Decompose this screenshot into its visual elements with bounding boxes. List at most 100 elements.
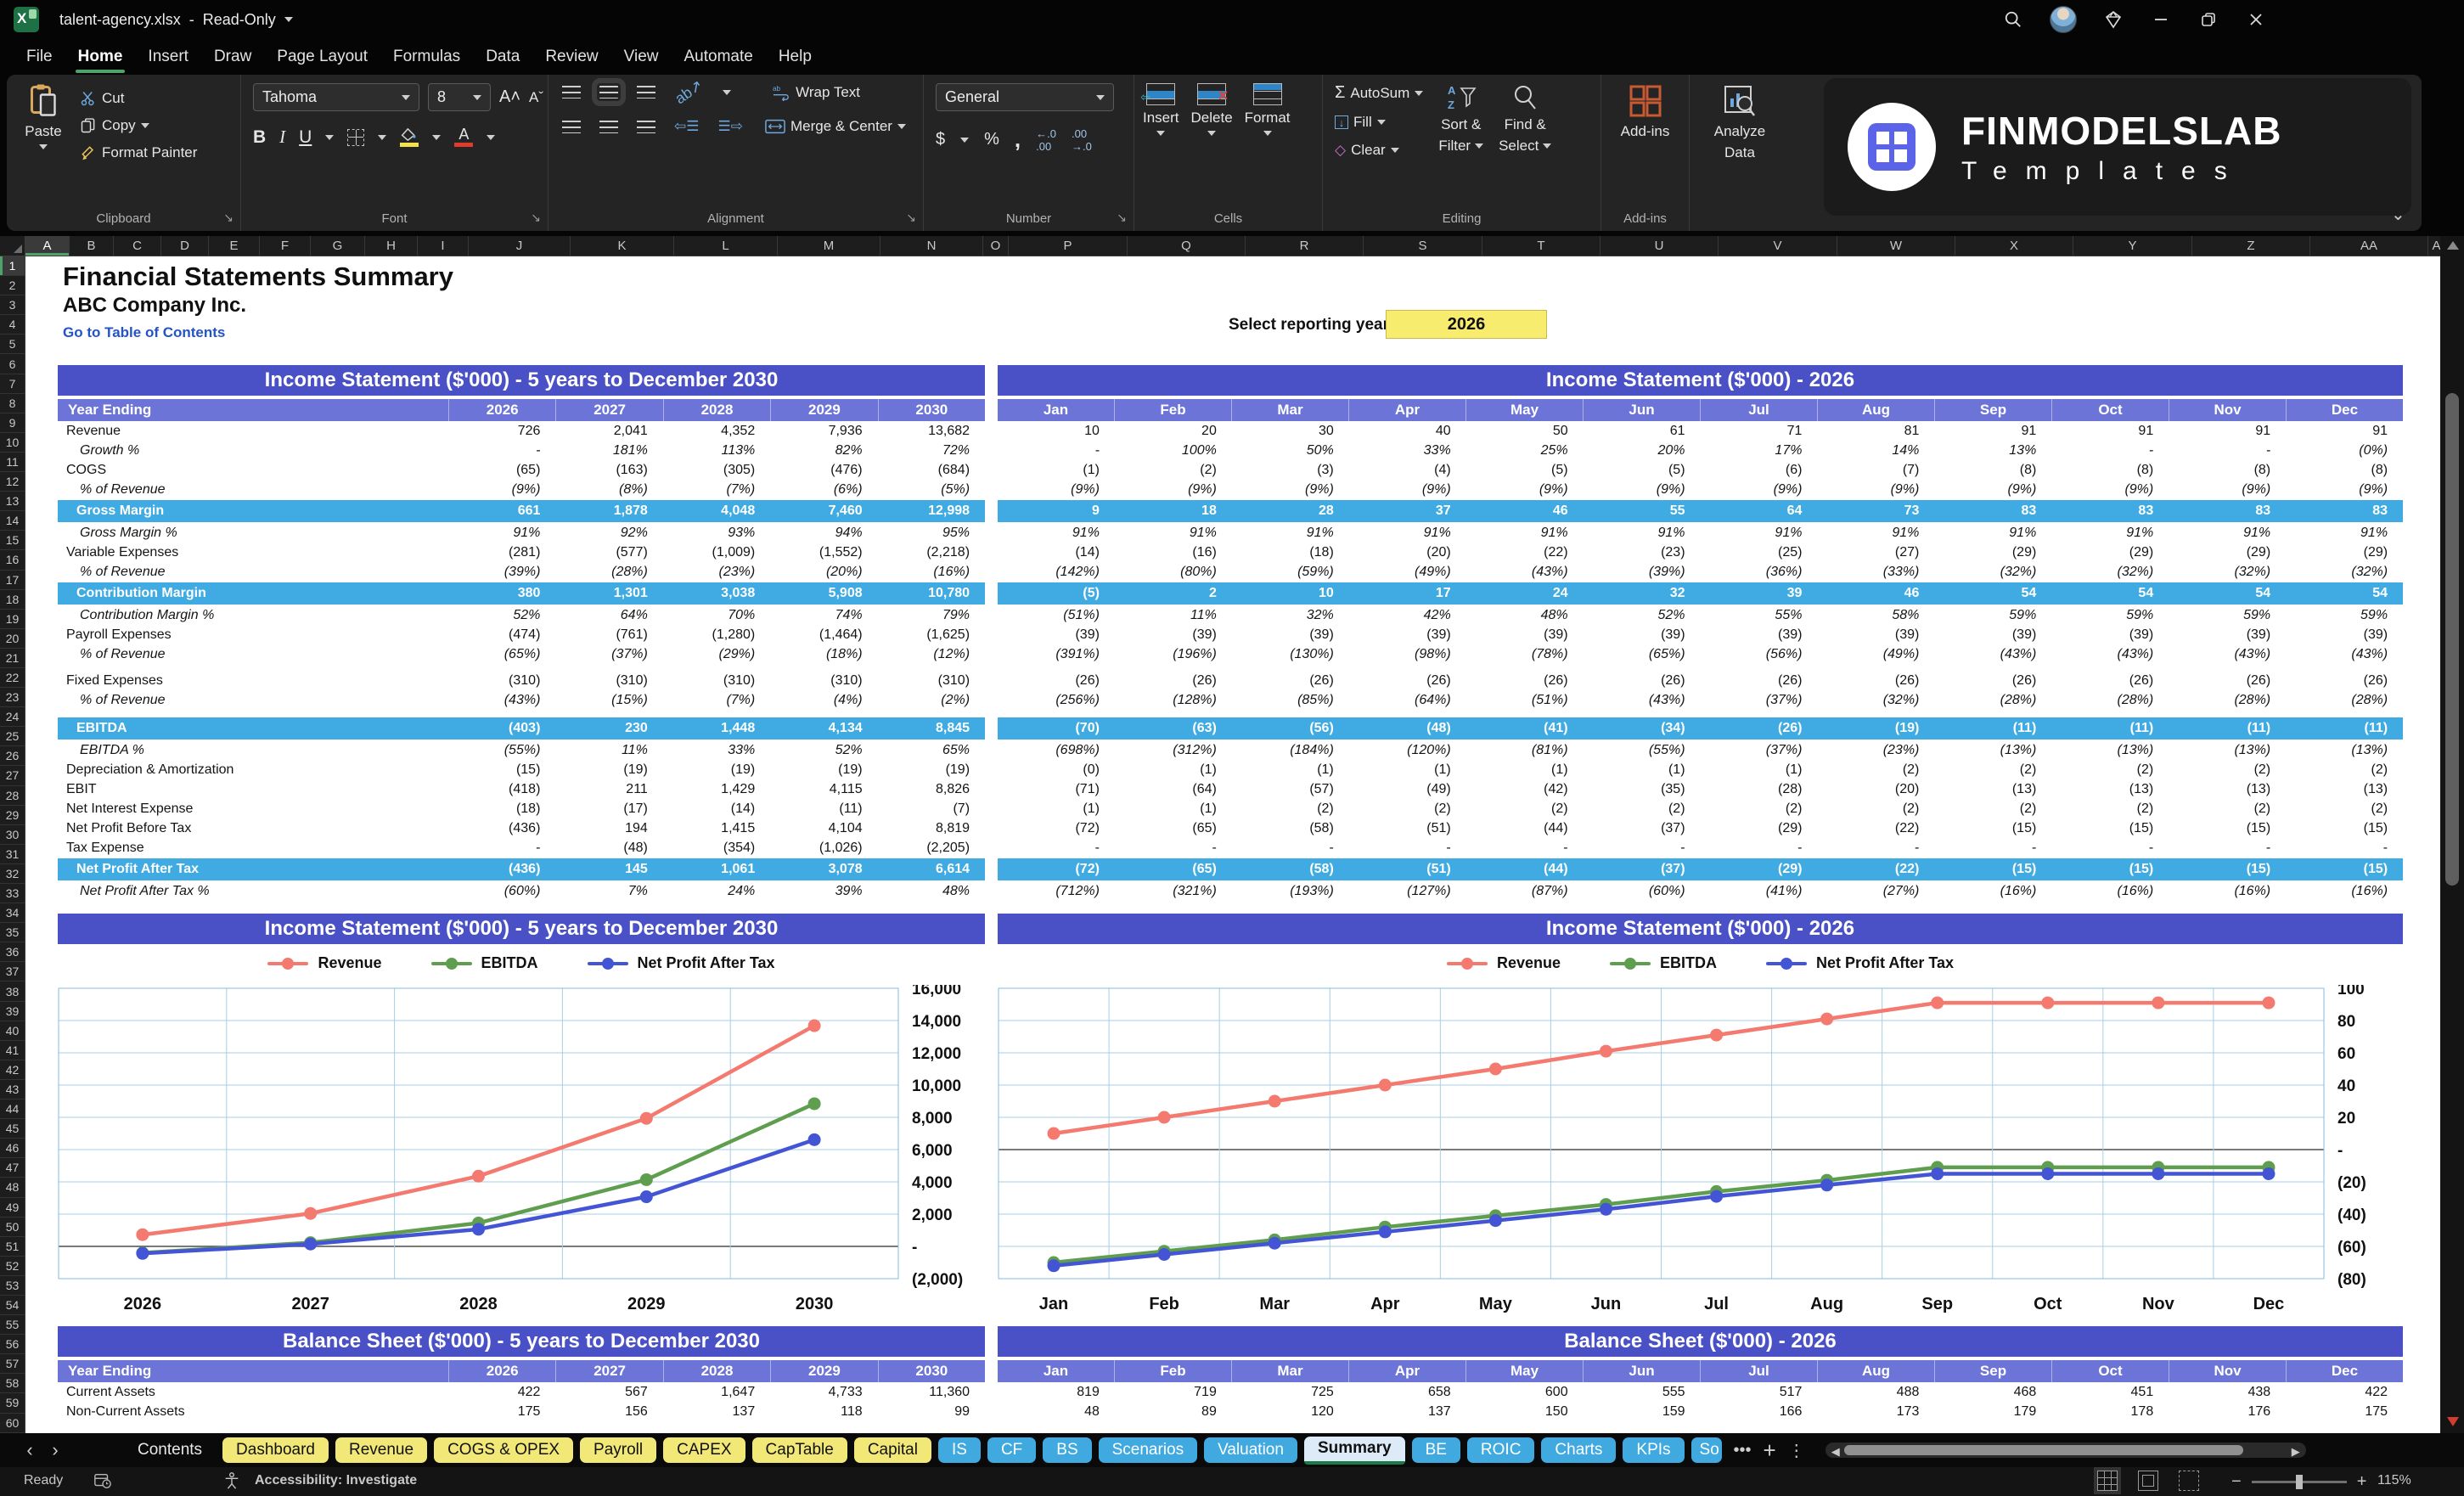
- cell[interactable]: 726: [448, 424, 555, 439]
- cell[interactable]: 488: [1817, 1385, 1934, 1400]
- number-format-select[interactable]: General: [936, 83, 1114, 111]
- number-dialog-launcher[interactable]: ↘: [1117, 211, 1127, 225]
- cell[interactable]: (8): [2051, 463, 2169, 478]
- cell[interactable]: (26): [1232, 673, 1349, 689]
- row-header[interactable]: 20: [0, 629, 25, 649]
- cell[interactable]: 166: [1701, 1404, 1818, 1420]
- cell[interactable]: 14%: [1817, 443, 1934, 458]
- fill-color-chevron[interactable]: [432, 134, 442, 140]
- scroll-left-arrow[interactable]: ◀: [1831, 1445, 1840, 1459]
- column-header[interactable]: G: [311, 236, 365, 256]
- row-header[interactable]: 33: [0, 884, 25, 904]
- sheet-tab-payroll[interactable]: Payroll: [580, 1437, 657, 1463]
- cell[interactable]: (2): [2051, 801, 2169, 817]
- cell[interactable]: -: [1115, 841, 1232, 856]
- cell[interactable]: 65%: [878, 743, 985, 758]
- cell[interactable]: 82%: [770, 443, 877, 458]
- decrease-decimal-button[interactable]: .00 →.0: [1072, 127, 1092, 153]
- worksheet[interactable]: Financial Statements Summary ABC Company…: [25, 256, 2440, 1433]
- cell[interactable]: (39): [1232, 627, 1349, 643]
- cell[interactable]: 91%: [2286, 526, 2403, 541]
- cell[interactable]: (32%): [2286, 565, 2403, 580]
- cell[interactable]: (16%): [878, 565, 985, 580]
- cell[interactable]: (16%): [2051, 884, 2169, 899]
- format-cells-button[interactable]: Format: [1245, 83, 1291, 136]
- align-right-button[interactable]: [637, 120, 655, 133]
- row-header[interactable]: 47: [0, 1158, 25, 1178]
- cell[interactable]: 2,041: [555, 424, 662, 439]
- cell[interactable]: (6): [1701, 463, 1818, 478]
- row-header[interactable]: 57: [0, 1354, 25, 1375]
- prev-sheet-arrow[interactable]: ‹: [17, 1439, 42, 1461]
- row-header[interactable]: 30: [0, 825, 25, 845]
- column-header[interactable]: L: [674, 236, 778, 256]
- cell[interactable]: 73: [1817, 503, 1934, 519]
- cell[interactable]: (28%): [2169, 693, 2286, 708]
- cell[interactable]: 95%: [878, 526, 985, 541]
- cell[interactable]: (13%): [2051, 743, 2169, 758]
- cell[interactable]: (49): [1349, 782, 1466, 797]
- align-bottom-button[interactable]: [637, 86, 655, 98]
- align-middle-button[interactable]: [592, 78, 626, 106]
- bold-button[interactable]: B: [253, 127, 266, 148]
- borders-button[interactable]: [347, 128, 365, 146]
- cell[interactable]: (9%): [1817, 482, 1934, 498]
- align-center-button[interactable]: [599, 120, 618, 133]
- cell[interactable]: (2%): [878, 693, 985, 708]
- cell[interactable]: 5,908: [770, 586, 877, 601]
- cell[interactable]: (2): [1701, 801, 1818, 817]
- cell[interactable]: (2): [1584, 801, 1701, 817]
- vertical-scroll-thumb[interactable]: [2445, 393, 2459, 886]
- cell[interactable]: 37: [1349, 503, 1466, 519]
- cell[interactable]: 50%: [1232, 443, 1349, 458]
- scroll-up-arrow[interactable]: [2447, 241, 2459, 250]
- cell[interactable]: (256%): [998, 693, 1115, 708]
- cell[interactable]: (58): [1232, 821, 1349, 836]
- cell[interactable]: (20): [1817, 782, 1934, 797]
- cell[interactable]: 91: [2286, 424, 2403, 439]
- cell[interactable]: (28%): [555, 565, 662, 580]
- cell[interactable]: 4,352: [663, 424, 770, 439]
- cell[interactable]: (39): [1817, 627, 1934, 643]
- row-header[interactable]: 52: [0, 1257, 25, 1276]
- cell[interactable]: (39%): [448, 565, 555, 580]
- cell[interactable]: 70%: [663, 608, 770, 623]
- cell[interactable]: (0%): [2286, 443, 2403, 458]
- cell[interactable]: (2): [2286, 801, 2403, 817]
- cell[interactable]: (15): [2051, 862, 2169, 877]
- currency-chevron[interactable]: [960, 137, 970, 143]
- row-header[interactable]: 42: [0, 1060, 25, 1080]
- cell[interactable]: 50: [1466, 424, 1584, 439]
- cell[interactable]: (37%): [1701, 743, 1818, 758]
- row-header[interactable]: 24: [0, 707, 25, 728]
- horizontal-scroll-thumb[interactable]: [1843, 1445, 2243, 1455]
- cell[interactable]: (15): [2169, 862, 2286, 877]
- row-header[interactable]: 15: [0, 531, 25, 551]
- sheet-tab-cf[interactable]: CF: [987, 1437, 1037, 1463]
- column-header[interactable]: Z: [2192, 236, 2310, 256]
- cell[interactable]: -: [448, 443, 555, 458]
- cell[interactable]: 11%: [1115, 608, 1232, 623]
- cell[interactable]: (42): [1466, 782, 1584, 797]
- row-header[interactable]: 38: [0, 981, 25, 1002]
- cell[interactable]: (1,026): [770, 841, 877, 856]
- cell[interactable]: 661: [448, 503, 555, 519]
- sheet-tab-bs[interactable]: BS: [1043, 1437, 1092, 1463]
- cell[interactable]: (18%): [770, 647, 877, 662]
- cell[interactable]: (15): [1934, 862, 2051, 877]
- autosum-button[interactable]: Σ AutoSum: [1335, 83, 1424, 103]
- increase-decimal-button[interactable]: ←.0.00: [1036, 127, 1056, 153]
- cell[interactable]: (9%): [2286, 482, 2403, 498]
- cell[interactable]: 39%: [770, 884, 877, 899]
- zoom-in-button[interactable]: +: [2357, 1472, 2367, 1492]
- cell[interactable]: (63): [1115, 721, 1232, 736]
- cell[interactable]: 54: [1934, 586, 2051, 601]
- cell[interactable]: (1): [998, 463, 1115, 478]
- cell[interactable]: -: [1232, 841, 1349, 856]
- cell[interactable]: (18): [448, 801, 555, 817]
- cell[interactable]: (58): [1232, 862, 1349, 877]
- cell[interactable]: 89: [1115, 1404, 1232, 1420]
- cell[interactable]: 517: [1701, 1385, 1818, 1400]
- cell[interactable]: 74%: [770, 608, 877, 623]
- row-header[interactable]: 11: [0, 453, 25, 473]
